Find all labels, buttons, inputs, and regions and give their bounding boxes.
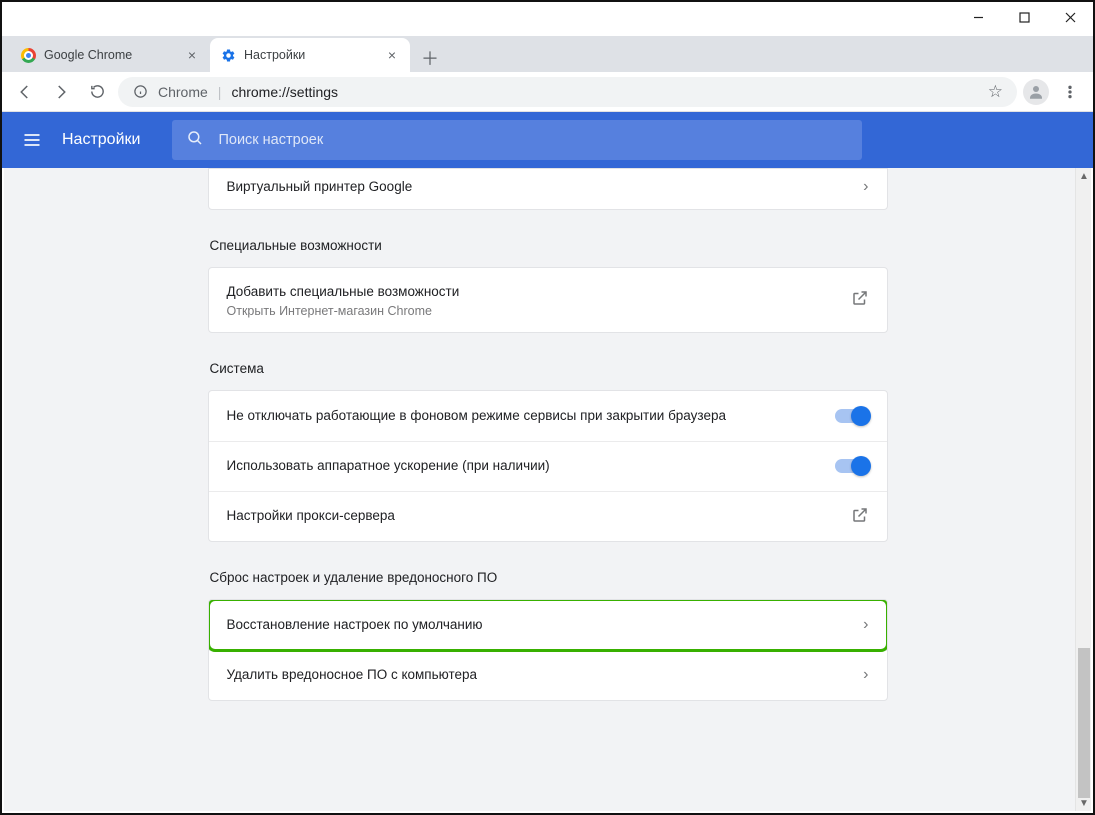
row-label: Настройки прокси-сервера (227, 506, 395, 526)
toggle-hardware-accel[interactable] (835, 459, 869, 473)
row-label: Удалить вредоносное ПО с компьютера (227, 665, 478, 685)
row-background-apps[interactable]: Не отключать работающие в фоновом режиме… (209, 391, 887, 441)
settings-search[interactable] (172, 120, 862, 160)
section-label-accessibility: Специальные возможности (210, 238, 888, 253)
address-separator: | (218, 84, 222, 100)
chevron-right-icon: › (863, 178, 868, 196)
chrome-favicon-icon (20, 47, 36, 63)
row-google-cloud-print[interactable]: Виртуальный принтер Google › (209, 169, 887, 209)
tab-close-button[interactable]: × (384, 47, 400, 63)
row-sublabel: Открыть Интернет-магазин Chrome (227, 304, 460, 318)
address-bar[interactable]: Chrome | chrome://settings ☆ (118, 77, 1017, 107)
window-titlebar (2, 2, 1093, 36)
window-maximize-button[interactable] (1001, 2, 1047, 32)
nav-forward-button[interactable] (46, 77, 76, 107)
tab-close-button[interactable]: × (184, 47, 200, 63)
section-label-reset: Сброс настроек и удаление вредоносного П… (210, 570, 888, 585)
tab-title: Google Chrome (44, 48, 176, 62)
row-label: Восстановление настроек по умолчанию (227, 615, 483, 635)
card-system: Не отключать работающие в фоновом режиме… (208, 390, 888, 542)
settings-header: Настройки (2, 112, 1093, 168)
window-minimize-button[interactable] (955, 2, 1001, 32)
external-link-icon (851, 289, 869, 310)
row-add-accessibility[interactable]: Добавить специальные возможности Открыть… (209, 268, 887, 332)
new-tab-button[interactable]: ＋ (416, 44, 444, 72)
nav-reload-button[interactable] (82, 77, 112, 107)
card-accessibility: Добавить специальные возможности Открыть… (208, 267, 888, 333)
scroll-down-arrow-icon[interactable]: ▼ (1076, 795, 1091, 811)
settings-title: Настройки (62, 131, 140, 149)
row-cleanup-computer[interactable]: Удалить вредоносное ПО с компьютера › (209, 650, 887, 700)
window-close-button[interactable] (1047, 2, 1093, 32)
address-path: chrome://settings (231, 84, 338, 100)
search-icon (186, 129, 204, 152)
section-label-system: Система (210, 361, 888, 376)
external-link-icon (851, 506, 869, 527)
row-restore-defaults[interactable]: Восстановление настроек по умолчанию › (209, 600, 887, 650)
row-label: Не отключать работающие в фоновом режиме… (227, 406, 726, 426)
settings-search-input[interactable] (218, 132, 848, 148)
profile-avatar-button[interactable] (1023, 79, 1049, 105)
row-label: Виртуальный принтер Google (227, 177, 413, 197)
nav-back-button[interactable] (10, 77, 40, 107)
vertical-scrollbar[interactable]: ▲ ▼ (1075, 168, 1091, 811)
toggle-background-apps[interactable] (835, 409, 869, 423)
settings-viewport: Виртуальный принтер Google › Специальные… (4, 168, 1091, 811)
card-printing: Виртуальный принтер Google › (208, 168, 888, 210)
address-origin: Chrome (158, 84, 208, 100)
scrollbar-thumb[interactable] (1078, 648, 1090, 798)
row-hardware-accel[interactable]: Использовать аппаратное ускорение (при н… (209, 441, 887, 491)
tab-google-chrome[interactable]: Google Chrome × (10, 38, 210, 72)
card-reset: Восстановление настроек по умолчанию › У… (208, 599, 888, 701)
scroll-up-arrow-icon[interactable]: ▲ (1076, 168, 1091, 184)
row-proxy-settings[interactable]: Настройки прокси-сервера (209, 491, 887, 541)
site-info-icon[interactable] (132, 84, 148, 100)
tab-settings[interactable]: Настройки × (210, 38, 410, 72)
chevron-right-icon: › (863, 616, 868, 634)
tab-strip: Google Chrome × Настройки × ＋ (2, 36, 1093, 72)
chevron-right-icon: › (863, 666, 868, 684)
row-label: Использовать аппаратное ускорение (при н… (227, 456, 550, 476)
gear-icon (220, 47, 236, 63)
tab-title: Настройки (244, 48, 376, 62)
overflow-menu-button[interactable] (1055, 77, 1085, 107)
bookmark-star-icon[interactable]: ☆ (988, 82, 1003, 102)
row-label: Добавить специальные возможности (227, 282, 460, 302)
menu-button[interactable] (20, 128, 44, 152)
browser-toolbar: Chrome | chrome://settings ☆ (2, 72, 1093, 112)
